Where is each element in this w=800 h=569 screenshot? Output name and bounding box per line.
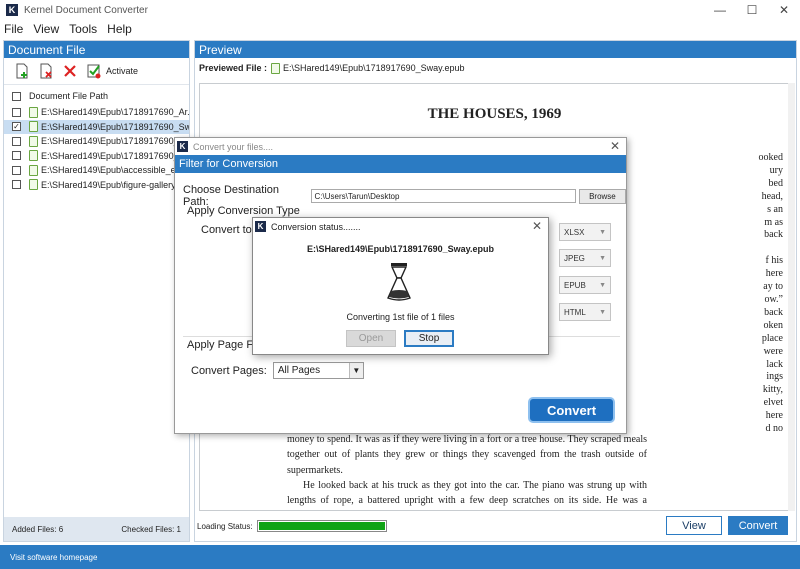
- menu-view[interactable]: View: [33, 22, 59, 36]
- coffee-maker-icon: [387, 263, 411, 301]
- document-edge-text: ooked ury bed head, s an m as back f his here ay…: [758, 152, 783, 435]
- file-row[interactable]: E:\SHared149\Epub\1718917690_fa: [4, 134, 189, 149]
- activate-button[interactable]: Activate: [86, 63, 138, 79]
- status-message: Converting 1st file of 1 files: [346, 312, 455, 322]
- close-icon[interactable]: ✕: [610, 139, 620, 153]
- add-file-icon[interactable]: [14, 63, 30, 79]
- loading-progress-bar: [256, 520, 387, 532]
- open-button[interactable]: Open: [346, 330, 396, 347]
- file-checkbox[interactable]: ✓: [12, 122, 21, 132]
- convert-dialog-titlebar: K Convert your files.... ✕: [175, 138, 626, 155]
- file-counts: Added Files: 6 Checked Files: 1: [4, 517, 189, 541]
- converting-file-path: E:\SHared149\Epub\1718917690_Sway.epub: [307, 244, 494, 254]
- window-title: Kernel Document Converter: [24, 4, 148, 16]
- document-paragraph: money to spend. It was as if they were l…: [287, 434, 647, 476]
- destination-path-field[interactable]: C:\Users\Tarun\Desktop: [310, 189, 576, 203]
- conversion-status-dialog: K Conversion status....... ✕ E:\SHared14…: [252, 217, 549, 355]
- file-checkbox[interactable]: [12, 136, 21, 146]
- app-logo-icon: K: [6, 4, 18, 16]
- browse-button[interactable]: Browse: [578, 188, 626, 204]
- file-list: E:\SHared149\Epub\1718917690_Ar... ✓ E:\…: [4, 105, 189, 192]
- epub-file-icon: [29, 106, 38, 118]
- document-paragraph: He looked back at his truck as they got …: [287, 479, 647, 507]
- homepage-link[interactable]: Visit software homepage: [0, 545, 800, 569]
- format-option-epub[interactable]: EPUB ▼: [559, 276, 611, 294]
- page-filter-heading: Apply Page Filt: [187, 339, 261, 351]
- preview-scrollbar[interactable]: [788, 83, 795, 511]
- app-logo-icon: K: [255, 221, 266, 232]
- format-option-html[interactable]: HTML ▼: [559, 303, 611, 321]
- status-dialog-title: Conversion status.......: [271, 221, 361, 232]
- previewed-file-path: E:\SHared149\Epub\1718917690_Sway.epub: [283, 63, 465, 73]
- document-file-header: Document File: [4, 41, 189, 58]
- convert-pages-row: Convert Pages: All Pages ▼: [191, 362, 364, 379]
- file-checkbox[interactable]: [12, 107, 21, 117]
- file-path: E:\SHared149\Epub\1718917690_Sw...: [41, 121, 189, 132]
- menu-help[interactable]: Help: [107, 22, 132, 36]
- remove-file-icon[interactable]: [38, 63, 54, 79]
- document-file-panel: Document File Activate Document File Pat…: [3, 40, 190, 542]
- epub-file-icon: [29, 135, 38, 147]
- conversion-type-heading: Apply Conversion Type: [187, 205, 300, 217]
- view-button[interactable]: View: [666, 516, 722, 535]
- activate-icon: [86, 63, 102, 79]
- activate-label: Activate: [106, 66, 139, 76]
- epub-file-icon: [29, 121, 38, 133]
- file-list-header: Document File Path: [4, 87, 189, 105]
- file-path: E:\SHared149\Epub\1718917690_Ar...: [41, 107, 189, 118]
- epub-file-icon: [271, 62, 281, 74]
- menu-file[interactable]: File: [4, 22, 23, 36]
- checked-files-count: Checked Files: 1: [121, 524, 181, 534]
- close-icon[interactable]: ✕: [532, 219, 542, 233]
- convert-button[interactable]: Convert: [728, 516, 788, 535]
- select-all-checkbox[interactable]: [12, 91, 21, 101]
- convert-pages-dropdown[interactable]: All Pages ▼: [272, 362, 364, 379]
- column-header-path: Document File Path: [29, 91, 109, 101]
- document-body: money to spend. It was as if they were l…: [287, 432, 647, 510]
- file-row[interactable]: E:\SHared149\Epub\1718917690_Ar...: [4, 105, 189, 120]
- file-row[interactable]: E:\SHared149\Epub\accessible_epu: [4, 163, 189, 178]
- file-path: E:\SHared149\Epub\1718917690_Si: [41, 150, 187, 161]
- added-files-count: Added Files: 6: [12, 524, 64, 534]
- file-toolbar: Activate: [4, 58, 189, 85]
- convert-dialog-title: Convert your files....: [193, 141, 274, 152]
- file-row[interactable]: E:\SHared149\Epub\figure-gallery-b: [4, 178, 189, 193]
- file-path: E:\SHared149\Epub\1718917690_fa: [41, 136, 187, 147]
- loading-status-label: Loading Status:: [197, 521, 253, 531]
- file-row[interactable]: E:\SHared149\Epub\1718917690_Si: [4, 149, 189, 164]
- app-logo-icon: K: [177, 141, 188, 152]
- maximize-icon[interactable]: ☐: [736, 0, 768, 20]
- preview-header: Preview: [195, 41, 796, 58]
- title-bar: K Kernel Document Converter — ☐ ✕: [0, 0, 800, 20]
- minimize-icon[interactable]: —: [704, 0, 736, 20]
- filter-header: Filter for Conversion: [175, 155, 626, 173]
- dialog-convert-button[interactable]: Convert: [528, 397, 615, 423]
- epub-file-icon: [29, 164, 38, 176]
- remove-all-icon[interactable]: [62, 63, 78, 79]
- format-option-xlsx[interactable]: XLSX ▼: [559, 223, 611, 241]
- format-option-jpeg[interactable]: JPEG ▼: [559, 249, 611, 267]
- file-checkbox[interactable]: [12, 180, 21, 190]
- convert-pages-label: Convert Pages:: [191, 364, 267, 377]
- stop-button[interactable]: Stop: [404, 330, 454, 347]
- file-path: E:\SHared149\Epub\accessible_epu: [41, 165, 186, 176]
- status-dialog-titlebar: K Conversion status....... ✕: [253, 218, 548, 235]
- file-checkbox[interactable]: [12, 151, 21, 161]
- previewed-file-label: Previewed File :: [199, 63, 268, 73]
- menu-bar: File View Tools Help: [0, 20, 800, 38]
- file-row[interactable]: ✓ E:\SHared149\Epub\1718917690_Sw...: [4, 119, 189, 134]
- file-path: E:\SHared149\Epub\figure-gallery-b: [41, 179, 184, 190]
- loading-progress-fill: [258, 522, 385, 530]
- close-icon[interactable]: ✕: [768, 0, 800, 20]
- epub-file-icon: [29, 150, 38, 162]
- file-checkbox[interactable]: [12, 165, 21, 175]
- document-title: THE HOUSES, 1969: [427, 106, 562, 122]
- convert-to-label: Convert to:: [201, 224, 255, 236]
- menu-tools[interactable]: Tools: [69, 22, 97, 36]
- epub-file-icon: [29, 179, 38, 191]
- chevron-down-icon: ▼: [348, 363, 363, 378]
- previewed-file-row: Previewed File : E:\SHared149\Epub\17189…: [195, 58, 796, 78]
